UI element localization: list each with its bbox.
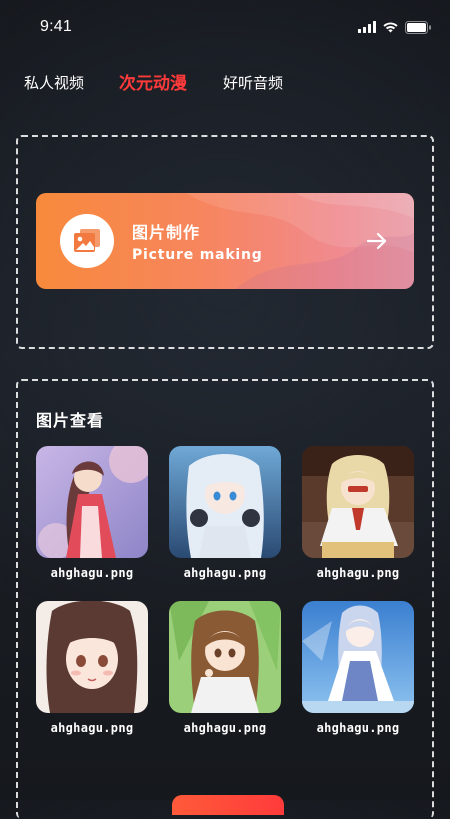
tab-audio[interactable]: 好听音频 xyxy=(223,72,283,93)
gallery-image-5-label: ahghagu.png xyxy=(183,721,267,735)
gallery-image-4-label: ahghagu.png xyxy=(50,721,134,735)
status-bar: 9:41 xyxy=(0,0,450,56)
gallery-image-6-label: ahghagu.png xyxy=(316,721,400,735)
picture-view-title: 图片查看 xyxy=(36,411,105,430)
anime-illustration xyxy=(169,446,281,558)
arrow-right-icon xyxy=(366,232,387,250)
anime-illustration xyxy=(302,601,414,713)
gallery-image-2[interactable] xyxy=(169,446,281,558)
picture-view-section xyxy=(16,379,434,819)
anime-illustration xyxy=(169,601,281,713)
bottom-action-button[interactable] xyxy=(172,795,284,815)
picture-making-subtitle: Picture making xyxy=(132,247,263,263)
category-tabs: 私人视频 次元动漫 好听音频 xyxy=(0,66,450,96)
gallery-image-4[interactable] xyxy=(36,601,148,713)
picture-making-title: 图片制作 xyxy=(132,223,201,242)
tab-private-video[interactable]: 私人视频 xyxy=(24,72,84,93)
picture-icon-circle xyxy=(60,214,114,268)
gallery-image-1-label: ahghagu.png xyxy=(50,566,134,580)
tab-anime[interactable]: 次元动漫 xyxy=(119,69,187,94)
anime-illustration xyxy=(302,446,414,558)
gallery-image-6[interactable] xyxy=(302,601,414,713)
image-icon xyxy=(74,229,100,252)
anime-illustration xyxy=(36,601,148,713)
gallery-image-1[interactable] xyxy=(36,446,148,558)
gallery-image-2-label: ahghagu.png xyxy=(183,566,267,580)
gallery-image-3-label: ahghagu.png xyxy=(316,566,400,580)
status-icons xyxy=(358,20,432,34)
signal-icon xyxy=(358,21,376,33)
anime-illustration xyxy=(36,446,148,558)
battery-icon xyxy=(405,20,431,34)
wifi-icon xyxy=(383,22,398,33)
gallery-image-3[interactable] xyxy=(302,446,414,558)
gallery-image-5[interactable] xyxy=(169,601,281,713)
status-time: 9:41 xyxy=(40,18,72,35)
picture-making-card[interactable]: 图片制作 Picture making xyxy=(36,193,414,289)
